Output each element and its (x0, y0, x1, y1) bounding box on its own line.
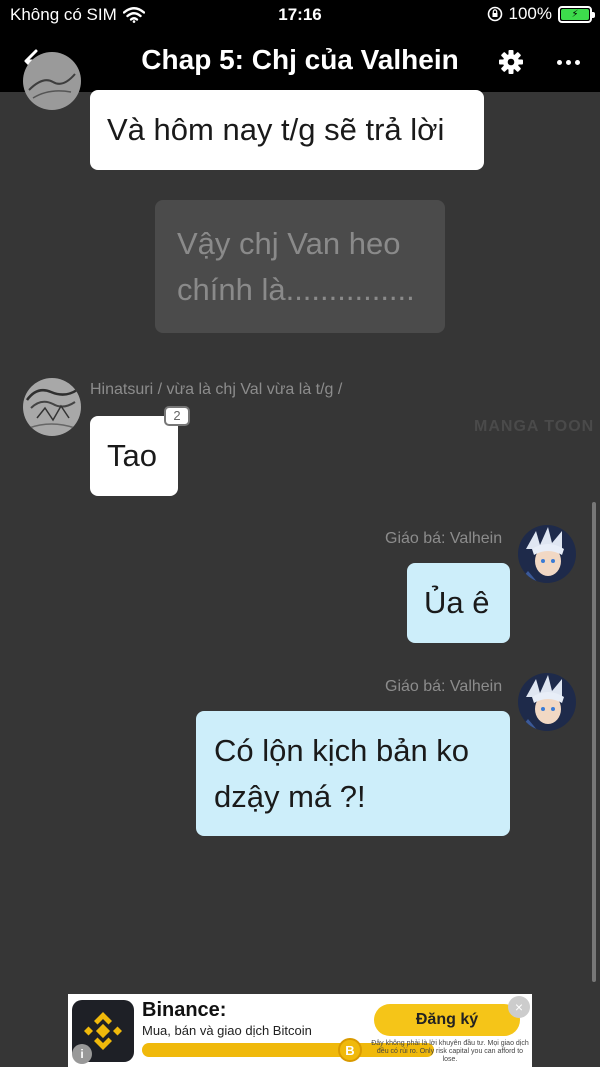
message-bubble-sent[interactable]: Ủa ê (407, 563, 510, 643)
nav-bar: Chap 5: Chj của Valhein (0, 30, 600, 92)
battery-icon: ⚡ (558, 5, 595, 23)
message-bubble-sent[interactable]: Có lộn kịch bản ko dzậy má ?! (196, 711, 510, 836)
ad-tagline: Mua, bán và giao dịch Bitcoin (142, 1023, 312, 1038)
more-button[interactable] (550, 46, 586, 78)
orientation-lock-icon (487, 6, 502, 22)
status-right-group: 100% ⚡ (487, 4, 595, 24)
more-horizontal-icon (556, 59, 562, 65)
message-line: Có lộn kịch bản ko (214, 733, 470, 768)
ad-brand: Binance: (142, 999, 227, 1021)
avatar-valhein[interactable] (518, 525, 576, 583)
avatar-valhein[interactable] (518, 673, 576, 731)
message-text: Tao (107, 438, 157, 473)
battery-percent: 100% (508, 4, 552, 23)
ad-info-icon[interactable]: i (72, 1044, 92, 1064)
ad-banner[interactable]: Binance: Mua, bán và giao dịch Bitcoin B… (68, 994, 532, 1067)
ad-disclaimer: Đây không phải là lời khuyên đầu tư. Mọi… (371, 1040, 529, 1063)
status-bar: Không có SIM 17:16 100% ⚡ (0, 0, 600, 30)
scrollbar[interactable] (592, 502, 596, 982)
message-line: dzậy má ?! (214, 779, 366, 814)
page-title: Chap 5: Chj của Valhein (141, 44, 459, 75)
narration-bubble[interactable]: Vậy chj Van heo chính là............... (155, 200, 445, 333)
comment-count-badge[interactable]: 2 (164, 406, 190, 426)
message-text: Ủa ê (424, 585, 490, 620)
avatar-hinatsuri[interactable] (23, 378, 81, 436)
watermark-text: MANGA TOON (474, 418, 595, 435)
sender-name: Hinatsuri / vừa là chj Val vừa là t/g / (90, 381, 343, 398)
bitcoin-coin-icon: B (338, 1038, 362, 1062)
message-text: Và hôm nay t/g sẽ trả lời (107, 112, 445, 147)
settings-button[interactable] (495, 46, 527, 78)
gear-icon (499, 50, 523, 74)
sender-name: Giáo bá: Valhein (385, 530, 503, 547)
message-bubble-received[interactable]: Tao (90, 416, 178, 496)
ad-signup-button[interactable]: Đăng ký (374, 1004, 520, 1036)
avatar-hinatsuri-partial[interactable] (23, 52, 81, 110)
ad-close-button[interactable]: × (508, 996, 530, 1018)
narration-line: chính là............... (177, 272, 415, 307)
sender-name: Giáo bá: Valhein (385, 678, 503, 695)
message-bubble-received[interactable]: Và hôm nay t/g sẽ trả lời (90, 90, 484, 170)
narration-line: Vậy chj Van heo (177, 226, 401, 261)
